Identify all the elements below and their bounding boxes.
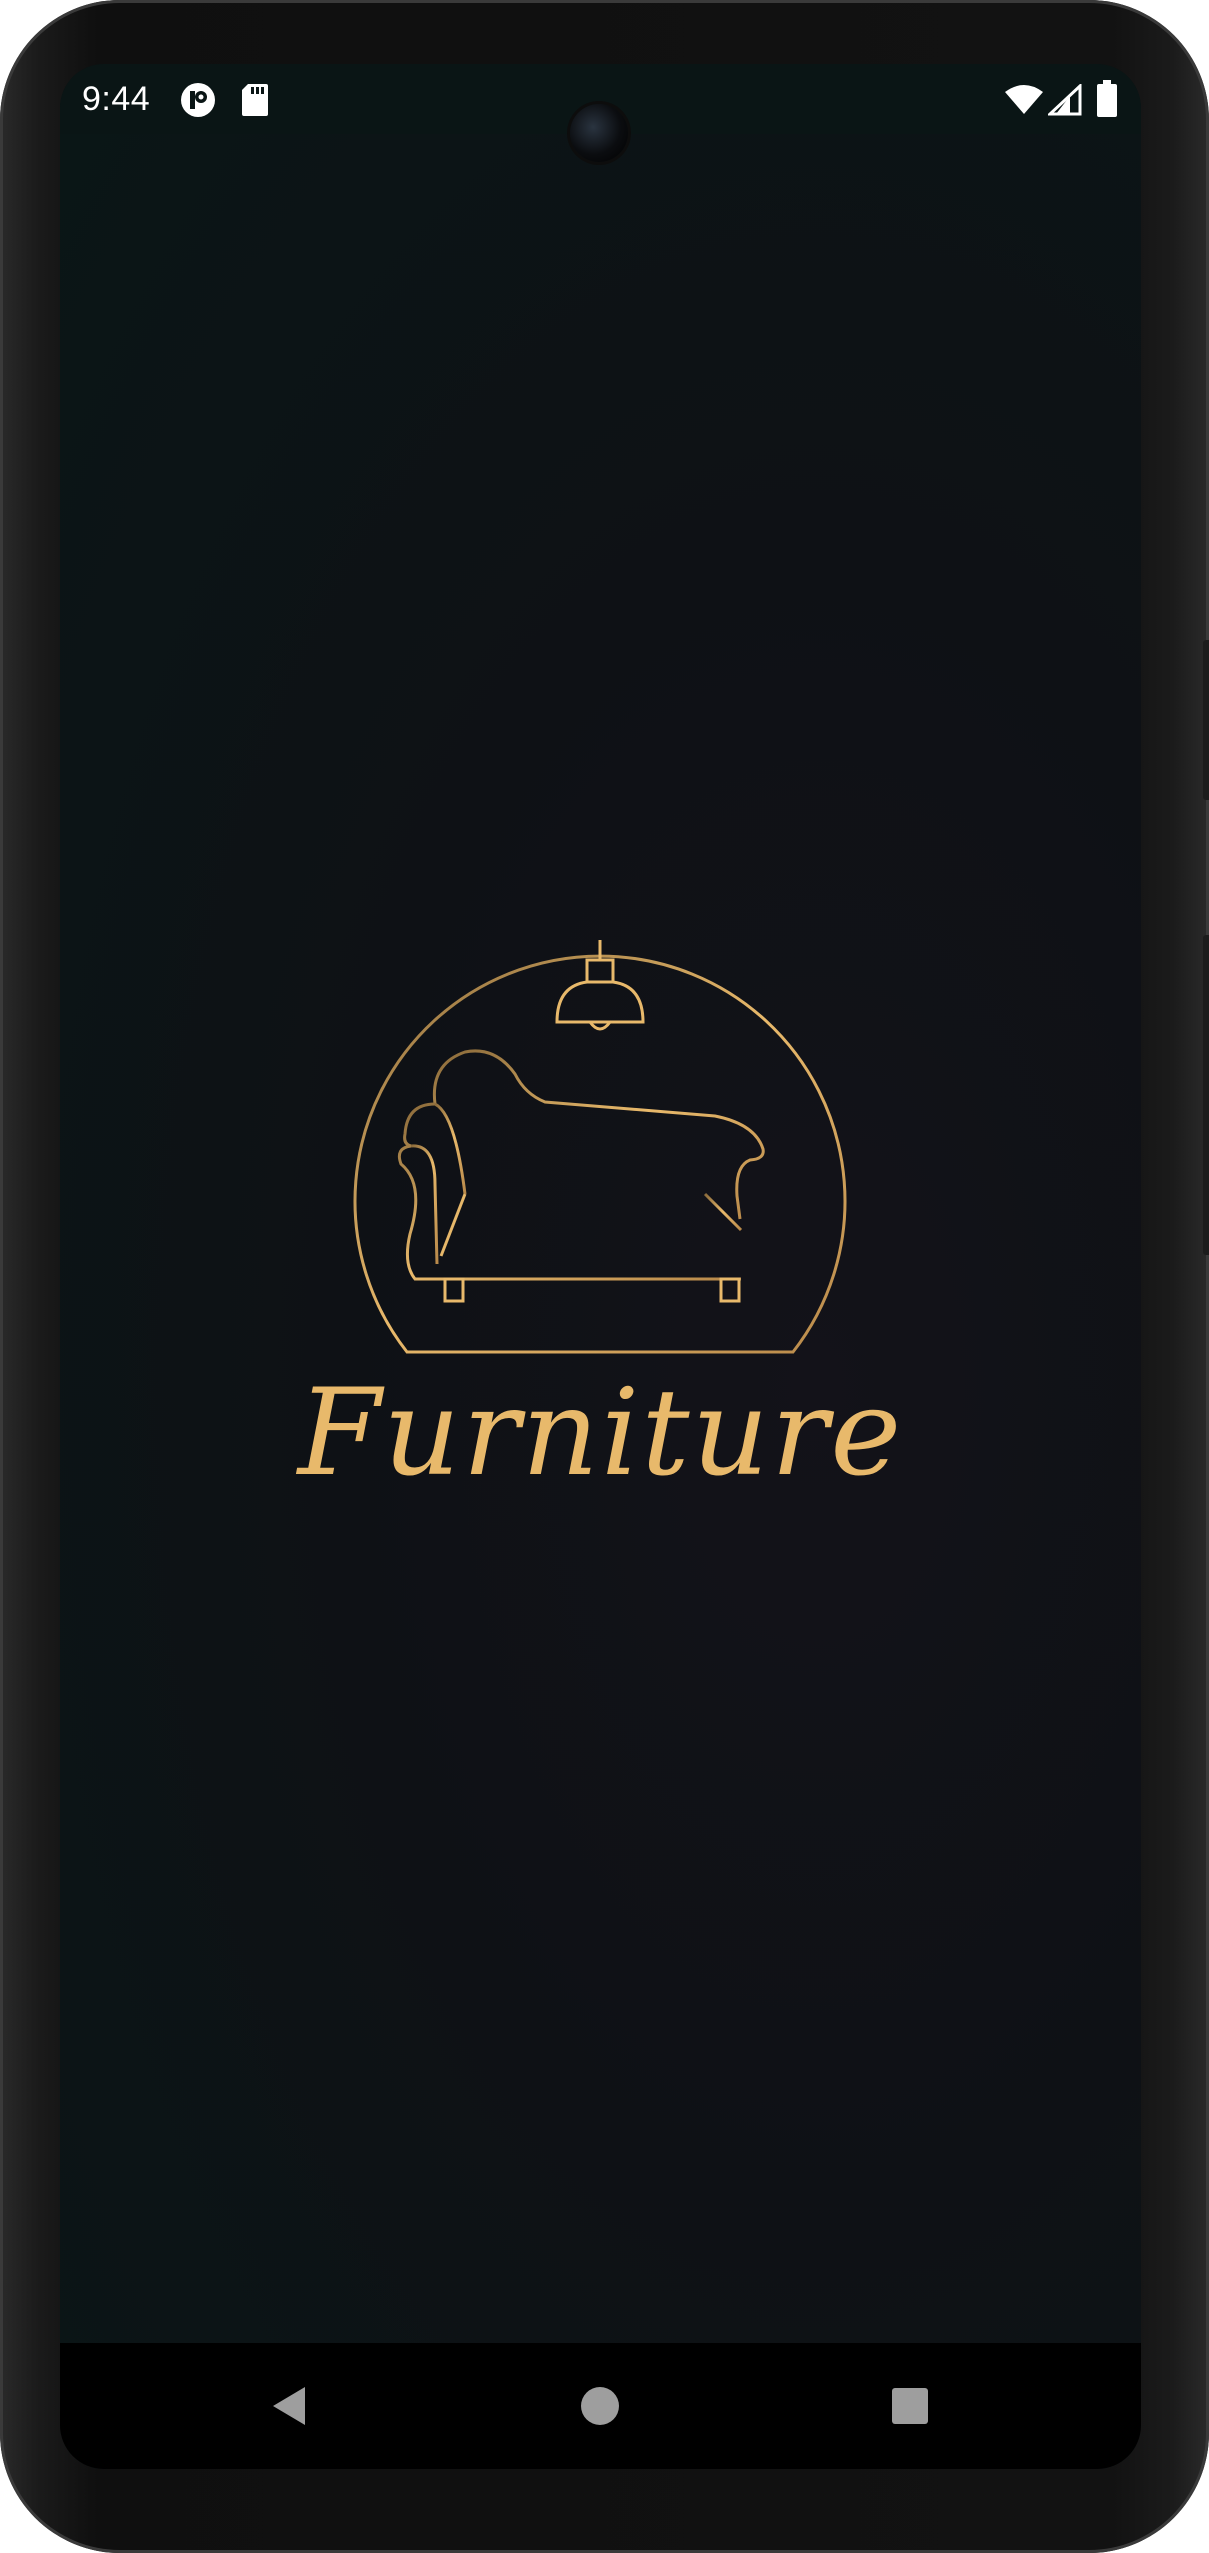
battery-icon	[1096, 80, 1118, 123]
app-notification-icon	[180, 82, 216, 123]
cell-signal-icon	[1046, 82, 1082, 121]
status-time: 9:44	[82, 80, 151, 118]
navigation-bar	[60, 2343, 1141, 2469]
screen: 9:44 Furniture	[60, 64, 1141, 2469]
recents-icon[interactable]	[885, 2381, 935, 2431]
power-button	[1203, 640, 1209, 800]
splash-content: Furniture	[60, 134, 1141, 2409]
wifi-icon	[1004, 84, 1044, 121]
sofa-lamp-logo	[353, 940, 847, 1354]
home-icon[interactable]	[575, 2381, 625, 2431]
brand-title: Furniture	[297, 1364, 904, 1503]
volume-button	[1203, 935, 1209, 1255]
phone-frame: 9:44 Furniture	[0, 0, 1209, 2553]
back-icon[interactable]	[265, 2381, 315, 2431]
sd-card-icon	[240, 82, 270, 123]
